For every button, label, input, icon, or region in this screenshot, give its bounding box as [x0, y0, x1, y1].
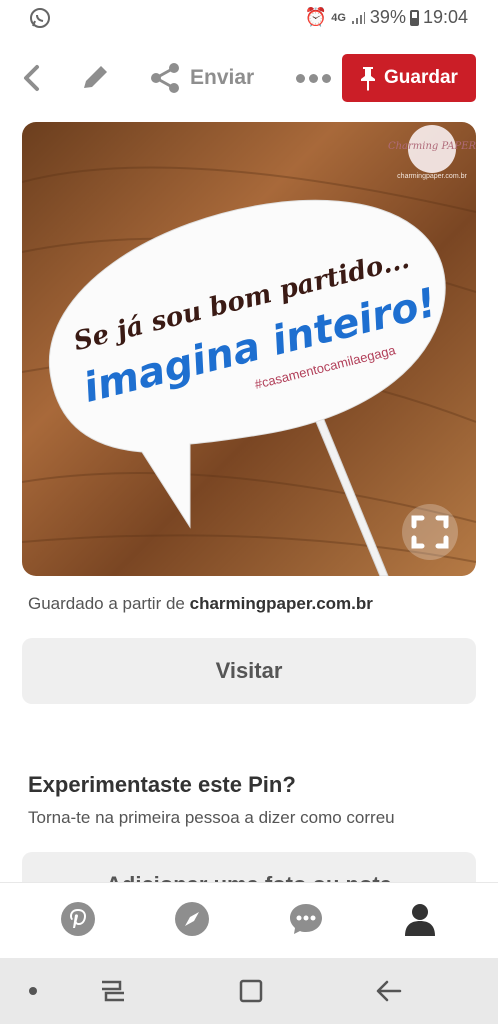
pinterest-icon [61, 902, 95, 936]
nav-messages[interactable] [288, 901, 324, 937]
pencil-icon [84, 66, 107, 88]
edit-button[interactable] [78, 62, 112, 94]
dot-icon [29, 987, 37, 995]
visit-button[interactable]: Visitar [22, 638, 476, 704]
bottom-nav [0, 882, 498, 958]
whatsapp-icon [28, 6, 52, 30]
signal-icon [351, 11, 365, 24]
chat-bubble-icon [290, 904, 322, 934]
battery-icon [409, 9, 419, 26]
person-icon [405, 904, 435, 936]
lens-icon [411, 515, 449, 549]
nav-dot-button[interactable] [18, 976, 48, 1006]
back-system-button[interactable] [374, 976, 404, 1006]
visit-label: Visitar [215, 658, 283, 683]
tried-title: Experimentaste este Pin? [28, 772, 296, 797]
nav-home[interactable] [60, 901, 96, 937]
saved-from-prefix: Guardado a partir de [28, 594, 185, 613]
visual-search-button[interactable] [402, 504, 458, 560]
home-button[interactable] [236, 976, 266, 1006]
clock: 19:04 [422, 7, 468, 27]
back-button[interactable] [16, 62, 48, 94]
back-arrow-icon [376, 980, 402, 1002]
system-nav-bar [0, 958, 498, 1024]
recent-apps-button[interactable] [98, 976, 128, 1006]
compass-icon [175, 902, 209, 936]
share-icon [151, 63, 179, 93]
pin-image[interactable]: Charming PAPER charmingpaper.com.br Se j… [22, 122, 476, 576]
source-domain-link[interactable]: charmingpaper.com.br [190, 594, 373, 613]
battery-percent: 39% [369, 7, 406, 27]
pin-toolbar: Enviar Guardar [0, 48, 498, 108]
home-square-icon [239, 979, 263, 1003]
more-options-button[interactable] [296, 68, 332, 88]
logo-text: Charming PAPER [388, 141, 476, 152]
status-bar: ⏰ 4G 39% 19:04 [0, 0, 498, 36]
logo-url: charmingpaper.com.br [397, 173, 467, 180]
send-button[interactable]: Enviar [148, 58, 254, 98]
saved-from-text: Guardado a partir de charmingpaper.com.b… [28, 594, 373, 614]
tried-subtitle: Torna-te na primeira pessoa a dizer como… [28, 808, 395, 827]
recent-apps-icon [102, 980, 124, 1002]
more-dot-icon [296, 73, 305, 83]
send-label: Enviar [190, 66, 255, 89]
chevron-left-icon [24, 65, 39, 91]
save-label: Guardar [384, 67, 458, 88]
nav-profile[interactable] [402, 901, 438, 937]
alarm-icon: ⏰ [304, 7, 328, 27]
more-dot-icon [309, 73, 318, 83]
save-button[interactable]: Guardar [342, 54, 476, 102]
nav-explore[interactable] [174, 901, 210, 937]
pushpin-icon [361, 67, 376, 91]
more-dot-icon [322, 73, 331, 83]
status-indicators: ⏰ 4G 39% 19:04 [305, 7, 468, 28]
network-label: 4G [331, 11, 346, 24]
